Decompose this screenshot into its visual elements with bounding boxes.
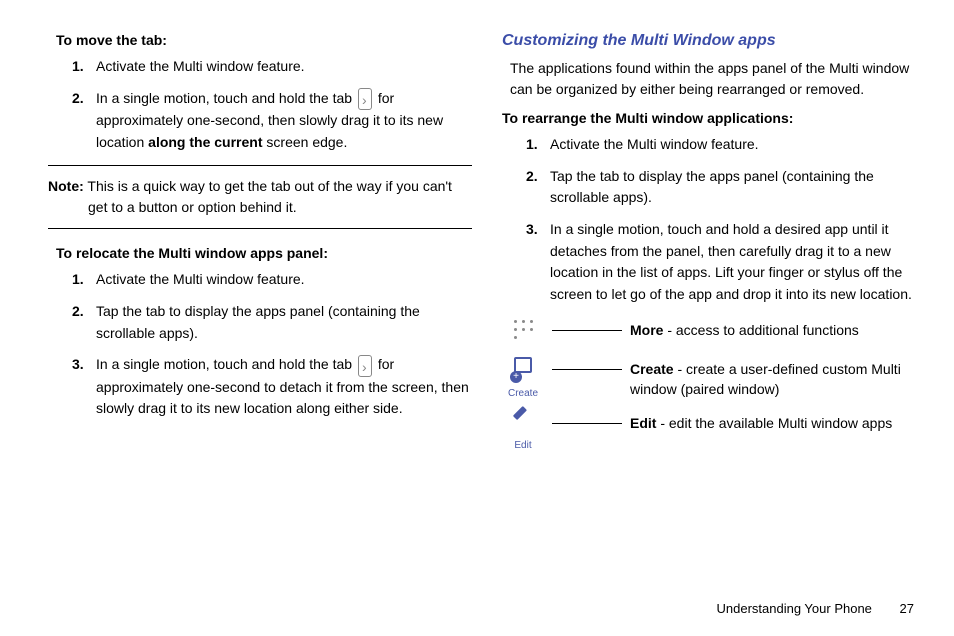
intro-para: The applications found within the apps p… bbox=[510, 58, 926, 100]
note-block: Note: This is a quick way to get the tab… bbox=[48, 165, 472, 229]
list-item: In a single motion, touch and hold a des… bbox=[502, 219, 926, 306]
note-body: This is a quick way to get the tab out o… bbox=[84, 178, 452, 215]
callout-more: More - access to additional functions bbox=[502, 318, 926, 345]
callout-connector bbox=[552, 330, 622, 331]
step-text-pre: In a single motion, touch and hold the t… bbox=[96, 90, 356, 106]
page-number: 27 bbox=[900, 601, 914, 616]
callout-text: Create - create a user-defined custom Mu… bbox=[630, 357, 926, 400]
tab-handle-icon bbox=[358, 88, 372, 110]
right-column: Customizing the Multi Window apps The ap… bbox=[502, 32, 926, 463]
callout-bold: Edit bbox=[630, 415, 656, 431]
callout-list: More - access to additional functions + … bbox=[502, 318, 926, 452]
callout-bold: Create bbox=[630, 361, 674, 377]
left-column: To move the tab: Activate the Multi wind… bbox=[48, 32, 472, 463]
callout-desc: - access to additional functions bbox=[663, 322, 858, 338]
relocate-heading: To relocate the Multi window apps panel: bbox=[56, 245, 472, 261]
callout-edit: Edit Edit - edit the available Multi win… bbox=[502, 411, 926, 451]
step-text-pre: In a single motion, touch and hold the t… bbox=[96, 356, 356, 372]
icon-label: Edit bbox=[502, 440, 544, 451]
list-item: Activate the Multi window feature. bbox=[48, 269, 472, 291]
callout-connector bbox=[552, 369, 622, 370]
move-tab-heading: To move the tab: bbox=[56, 32, 472, 48]
edit-icon: Edit bbox=[502, 411, 544, 451]
callout-connector bbox=[552, 423, 622, 424]
icon-label: Create bbox=[502, 388, 544, 399]
list-item: Tap the tab to display the apps panel (c… bbox=[48, 301, 472, 344]
callout-text: Edit - edit the available Multi window a… bbox=[630, 411, 926, 433]
page-body: To move the tab: Activate the Multi wind… bbox=[0, 0, 954, 473]
step-text-bold: along the current bbox=[148, 134, 262, 150]
relocate-steps: Activate the Multi window feature. Tap t… bbox=[48, 269, 472, 420]
list-item: In a single motion, touch and hold the t… bbox=[48, 354, 472, 420]
callout-desc: - edit the available Multi window apps bbox=[656, 415, 892, 431]
rearrange-heading: To rearrange the Multi window applicatio… bbox=[502, 110, 926, 126]
list-item: Activate the Multi window feature. bbox=[48, 56, 472, 78]
note-text: Note: This is a quick way to get the tab… bbox=[48, 176, 472, 218]
callout-text: More - access to additional functions bbox=[630, 318, 926, 340]
more-icon bbox=[502, 318, 544, 345]
footer-section: Understanding Your Phone bbox=[717, 601, 872, 616]
note-label: Note: bbox=[48, 178, 84, 194]
rearrange-steps: Activate the Multi window feature. Tap t… bbox=[502, 134, 926, 306]
list-item: In a single motion, touch and hold the t… bbox=[48, 88, 472, 154]
list-item: Tap the tab to display the apps panel (c… bbox=[502, 166, 926, 209]
list-item: Activate the Multi window feature. bbox=[502, 134, 926, 156]
callout-bold: More bbox=[630, 322, 663, 338]
page-footer: Understanding Your Phone 27 bbox=[717, 601, 915, 616]
create-icon: + Create bbox=[502, 357, 544, 399]
customizing-subheading: Customizing the Multi Window apps bbox=[502, 32, 926, 50]
tab-handle-icon bbox=[358, 355, 372, 377]
step-text-tail: screen edge. bbox=[263, 134, 348, 150]
callout-create: + Create Create - create a user-defined … bbox=[502, 357, 926, 400]
move-tab-steps: Activate the Multi window feature. In a … bbox=[48, 56, 472, 153]
